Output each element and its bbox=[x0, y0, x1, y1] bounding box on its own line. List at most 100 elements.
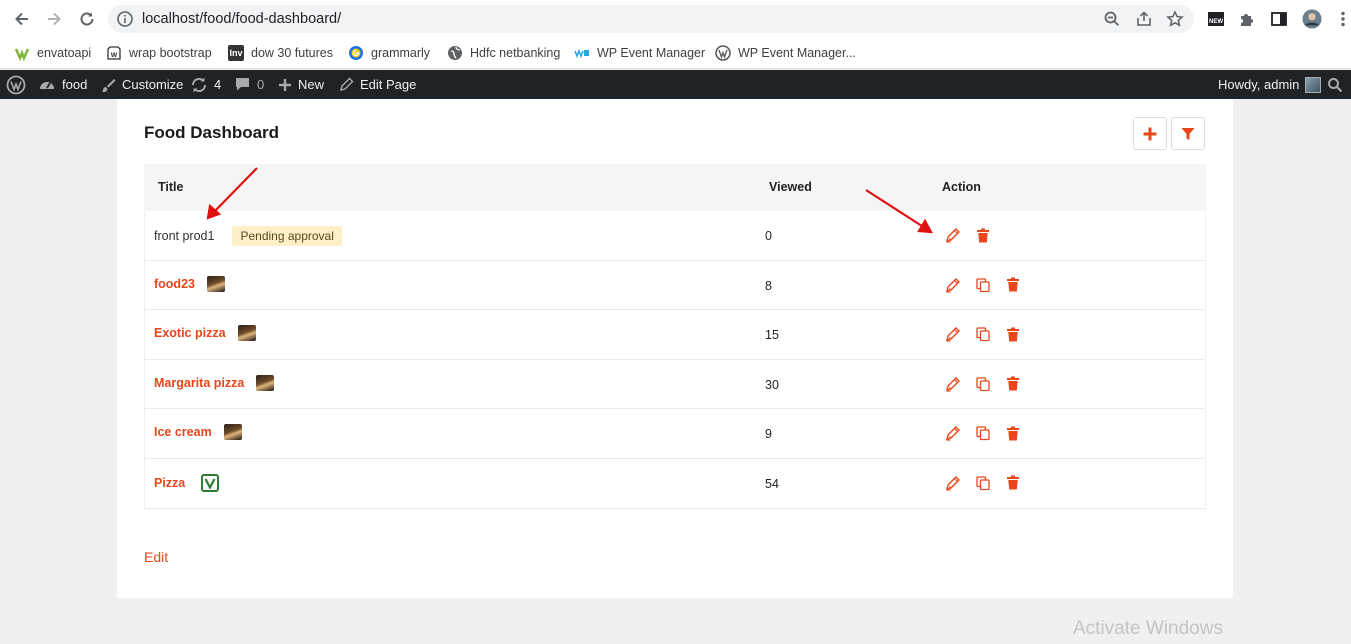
food-thumbnail-image bbox=[237, 325, 256, 342]
food-title[interactable]: Pizza bbox=[154, 476, 185, 490]
bookmark-label: Hdfc netbanking bbox=[470, 46, 561, 60]
wp-logo-menu[interactable] bbox=[6, 70, 32, 99]
food-title[interactable]: Exotic pizza bbox=[154, 326, 226, 340]
duplicate-button[interactable] bbox=[975, 277, 991, 293]
bookmark-label: WP Event Manager bbox=[597, 46, 706, 60]
edit-button[interactable] bbox=[945, 227, 961, 243]
delete-button[interactable] bbox=[1005, 326, 1021, 342]
howdy-label: Howdy, admin bbox=[1218, 77, 1300, 92]
cell-actions bbox=[945, 475, 1035, 491]
wordpress-icon bbox=[715, 45, 731, 61]
bookmark-label: dow 30 futures bbox=[251, 46, 333, 60]
delete-button[interactable] bbox=[1005, 425, 1021, 441]
table-row: Pizza 54 bbox=[144, 458, 1206, 509]
customize-link[interactable]: Customize bbox=[100, 70, 183, 99]
new-content-menu[interactable]: New bbox=[278, 70, 324, 99]
delete-trash-icon bbox=[1006, 376, 1020, 391]
cell-viewed: 9 bbox=[765, 427, 772, 442]
edit-pencil-icon bbox=[945, 277, 961, 293]
veg-leaf-icon bbox=[201, 473, 220, 492]
duplicate-button[interactable] bbox=[975, 376, 991, 392]
wrapbootstrap-icon: w bbox=[106, 45, 122, 61]
delete-trash-icon bbox=[1006, 475, 1020, 490]
table-row: food23 8 bbox=[144, 260, 1206, 311]
bookmark-wp-event-manager[interactable]: WP Event Manager bbox=[574, 42, 705, 64]
food-title[interactable]: food23 bbox=[154, 277, 195, 291]
food-title[interactable]: Margarita pizza bbox=[154, 376, 244, 390]
info-icon[interactable] bbox=[116, 10, 134, 28]
url-text[interactable]: localhost/food/food-dashboard/ bbox=[142, 11, 341, 27]
duplicate-copy-icon bbox=[975, 425, 991, 441]
bookmark-grammarly[interactable]: grammarly bbox=[348, 42, 430, 64]
cell-title: Ice cream bbox=[154, 424, 242, 441]
bookmark-hdfc-netbanking[interactable]: Hdfc netbanking bbox=[447, 42, 560, 64]
cell-title: Pizza bbox=[154, 473, 220, 492]
address-bar[interactable]: localhost/food/food-dashboard/ bbox=[108, 5, 1194, 33]
svg-text:w: w bbox=[110, 50, 118, 59]
status-badge: Pending approval bbox=[232, 226, 342, 246]
edit-pencil-icon bbox=[945, 227, 961, 243]
search-icon bbox=[1328, 77, 1343, 92]
cell-actions bbox=[945, 326, 1035, 342]
bookmark-star-icon[interactable] bbox=[1166, 10, 1184, 28]
updates-link[interactable]: 4 bbox=[190, 70, 221, 99]
comment-bubble-icon bbox=[236, 78, 249, 91]
back-button[interactable] bbox=[10, 8, 34, 30]
admin-search-button[interactable] bbox=[1327, 70, 1349, 99]
globe-icon bbox=[447, 45, 463, 61]
duplicate-copy-icon bbox=[975, 376, 991, 392]
bookmark-label: WP Event Manager... bbox=[738, 46, 856, 60]
delete-button[interactable] bbox=[1005, 475, 1021, 491]
site-name-menu[interactable]: food bbox=[38, 70, 87, 99]
side-panel-icon[interactable] bbox=[1269, 9, 1289, 29]
delete-button[interactable] bbox=[1005, 277, 1021, 293]
food-title: front prod1 bbox=[154, 229, 215, 243]
admin-avatar bbox=[1305, 76, 1322, 93]
filter-button[interactable] bbox=[1171, 117, 1205, 150]
duplicate-copy-icon bbox=[975, 277, 991, 293]
my-account-menu[interactable]: Howdy, admin bbox=[1218, 70, 1322, 99]
column-action: Action bbox=[942, 180, 981, 194]
browser-toolbar: localhost/food/food-dashboard/ NEW bbox=[0, 0, 1351, 38]
extensions-puzzle-icon[interactable] bbox=[1237, 9, 1257, 29]
reload-button[interactable] bbox=[75, 8, 99, 30]
bookmark-wrap-bootstrap[interactable]: w wrap bootstrap bbox=[106, 42, 212, 64]
add-food-button[interactable] bbox=[1133, 117, 1167, 150]
edit-page-link[interactable]: Edit Page bbox=[339, 70, 416, 99]
edit-button[interactable] bbox=[945, 425, 961, 441]
browser-menu-icon[interactable] bbox=[1333, 9, 1351, 29]
edit-button[interactable] bbox=[945, 376, 961, 392]
profile-avatar-icon[interactable] bbox=[1302, 9, 1322, 29]
cell-viewed: 0 bbox=[765, 229, 772, 243]
table-row: Margarita pizza 30 bbox=[144, 359, 1206, 410]
customize-label: Customize bbox=[122, 77, 184, 92]
duplicate-button[interactable] bbox=[975, 475, 991, 491]
bookmark-wp-event-manager-2[interactable]: WP Event Manager... bbox=[715, 42, 856, 64]
bookmark-dow-30-futures[interactable]: Inv dow 30 futures bbox=[228, 42, 333, 64]
edit-button[interactable] bbox=[945, 475, 961, 491]
edit-button[interactable] bbox=[945, 326, 961, 342]
delete-button[interactable] bbox=[975, 227, 991, 243]
food-title[interactable]: Ice cream bbox=[154, 425, 212, 439]
forward-button[interactable] bbox=[42, 8, 66, 30]
food-table: Title Viewed Action front prod1 Pending a… bbox=[144, 164, 1206, 509]
zoom-icon[interactable] bbox=[1103, 10, 1121, 28]
bookmark-envatoapi[interactable]: envatoapi bbox=[14, 42, 91, 64]
plus-icon bbox=[1143, 127, 1157, 140]
column-viewed: Viewed bbox=[769, 180, 812, 194]
new-label: New bbox=[298, 77, 325, 92]
edit-button[interactable] bbox=[945, 277, 961, 293]
share-icon[interactable] bbox=[1135, 10, 1153, 28]
delete-button[interactable] bbox=[1005, 376, 1021, 392]
duplicate-button[interactable] bbox=[975, 425, 991, 441]
edit-link[interactable]: Edit bbox=[144, 549, 168, 565]
cell-viewed: 15 bbox=[765, 328, 779, 343]
duplicate-button[interactable] bbox=[975, 326, 991, 342]
bookmark-label: wrap bootstrap bbox=[129, 46, 212, 60]
comments-link[interactable]: 0 bbox=[234, 70, 264, 99]
wordpress-logo-icon bbox=[6, 75, 26, 94]
grammarly-icon bbox=[348, 45, 364, 61]
delete-trash-icon bbox=[1006, 327, 1020, 342]
new-extension-icon[interactable]: NEW bbox=[1206, 9, 1226, 29]
edit-page-label: Edit Page bbox=[360, 77, 417, 92]
